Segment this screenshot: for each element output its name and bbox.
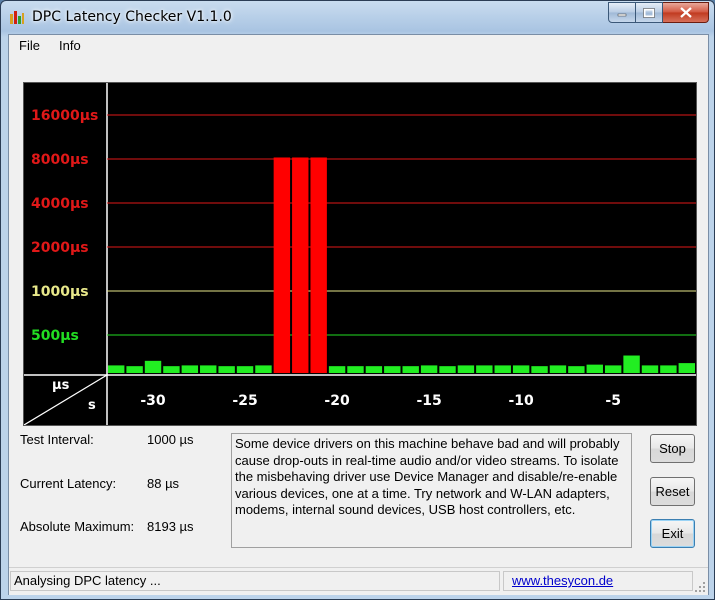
- latency-bar: [439, 366, 456, 373]
- maximize-icon: [643, 7, 655, 18]
- latency-bar: [476, 365, 493, 373]
- y-tick-label: 500µs: [31, 328, 79, 344]
- app-icon: [10, 11, 24, 24]
- title-bar[interactable]: DPC Latency Checker V1.1.0: [1, 1, 714, 33]
- y-tick-label: 8000µs: [31, 152, 89, 168]
- absolute-maximum-value: 8193 µs: [147, 519, 194, 534]
- y-tick-label: 2000µs: [31, 240, 89, 256]
- latency-bar: [273, 157, 291, 373]
- resize-grip-icon[interactable]: [694, 581, 706, 593]
- x-tick-label: -25: [232, 393, 257, 409]
- latency-bar: [163, 366, 180, 373]
- test-interval-label: Test Interval:: [20, 432, 94, 447]
- latency-bar: [420, 365, 438, 373]
- latency-bar: [200, 365, 217, 373]
- latency-bar: [144, 360, 162, 373]
- latency-bar: [586, 364, 603, 373]
- latency-bar: [531, 366, 548, 373]
- absolute-maximum-label: Absolute Maximum:: [20, 519, 135, 534]
- latency-bar: [365, 366, 383, 373]
- current-latency-label: Current Latency:: [20, 476, 117, 491]
- latency-bar: [347, 366, 364, 373]
- latency-chart-svg: 16000µs 8000µs 4000µs 2000µs 1000µs 500µs -30 -…: [24, 83, 696, 425]
- latency-bar: [328, 366, 346, 373]
- latency-bar: [218, 366, 235, 373]
- latency-bar: [108, 365, 125, 373]
- close-button[interactable]: [663, 2, 709, 23]
- latency-bar: [494, 365, 511, 373]
- y-unit-label: µs: [52, 378, 70, 393]
- menu-bar: File Info: [9, 35, 708, 56]
- y-tick-label: 16000µs: [31, 108, 98, 124]
- latency-bar: [126, 366, 143, 373]
- x-tick-label: -5: [605, 393, 621, 409]
- latency-bar: [402, 366, 419, 373]
- latency-bar: [255, 365, 272, 373]
- latency-bar: [678, 363, 695, 373]
- latency-bar: [292, 157, 309, 373]
- absolute-maximum-row: Absolute Maximum: 8193 µs: [20, 519, 220, 535]
- minimize-button[interactable]: [608, 2, 636, 23]
- latency-bar: [568, 366, 585, 373]
- stop-button[interactable]: Stop: [650, 434, 695, 463]
- test-interval-value: 1000 µs: [147, 432, 194, 447]
- latency-graph: 16000µs 8000µs 4000µs 2000µs 1000µs 500µs -30 -…: [23, 82, 697, 426]
- menu-file[interactable]: File: [19, 38, 40, 53]
- latency-bar: [236, 366, 254, 373]
- x-tick-label: -10: [508, 393, 534, 409]
- test-interval-row: Test Interval: 1000 µs: [20, 432, 220, 448]
- latency-bar: [549, 365, 567, 373]
- parameters-panel: Test Interval: 1000 µs Current Latency: …: [20, 432, 230, 552]
- close-icon: [679, 7, 692, 18]
- reset-button[interactable]: Reset: [650, 477, 695, 506]
- message-box: Some device drivers on this machine beha…: [231, 433, 632, 548]
- client-area: File Info 16000µs 8000µs 4000µs 2000µs 1000µ…: [8, 34, 709, 595]
- y-tick-label: 4000µs: [31, 196, 89, 212]
- latency-bar: [660, 365, 677, 373]
- current-latency-row: Current Latency: 88 µs: [20, 476, 220, 492]
- y-tick-label: 1000µs: [31, 284, 89, 300]
- status-link-panel: www.thesycon.de: [503, 571, 693, 591]
- x-unit-label: s: [88, 398, 96, 413]
- latency-bar: [310, 157, 327, 373]
- latency-bar: [623, 355, 640, 373]
- menu-info[interactable]: Info: [59, 38, 81, 53]
- latency-bar: [384, 366, 401, 373]
- latency-bar: [457, 365, 475, 373]
- latency-bar: [512, 365, 530, 373]
- latency-bar: [181, 365, 199, 373]
- status-bar: Analysing DPC latency ... www.thesycon.d…: [9, 567, 708, 595]
- x-tick-label: -30: [140, 393, 166, 409]
- caption-buttons: [608, 2, 709, 23]
- maximize-button[interactable]: [636, 2, 663, 23]
- minimize-icon: [617, 13, 627, 16]
- app-window: DPC Latency Checker V1.1.0 File Info 160…: [0, 0, 715, 600]
- x-tick-label: -20: [324, 393, 350, 409]
- exit-button[interactable]: Exit: [650, 519, 695, 548]
- latency-bar: [641, 365, 659, 373]
- x-tick-label: -15: [416, 393, 441, 409]
- website-link[interactable]: www.thesycon.de: [512, 573, 613, 588]
- current-latency-value: 88 µs: [147, 476, 180, 491]
- status-text: Analysing DPC latency ...: [10, 571, 500, 591]
- window-title: DPC Latency Checker V1.1.0: [32, 9, 232, 25]
- latency-bar: [604, 365, 622, 373]
